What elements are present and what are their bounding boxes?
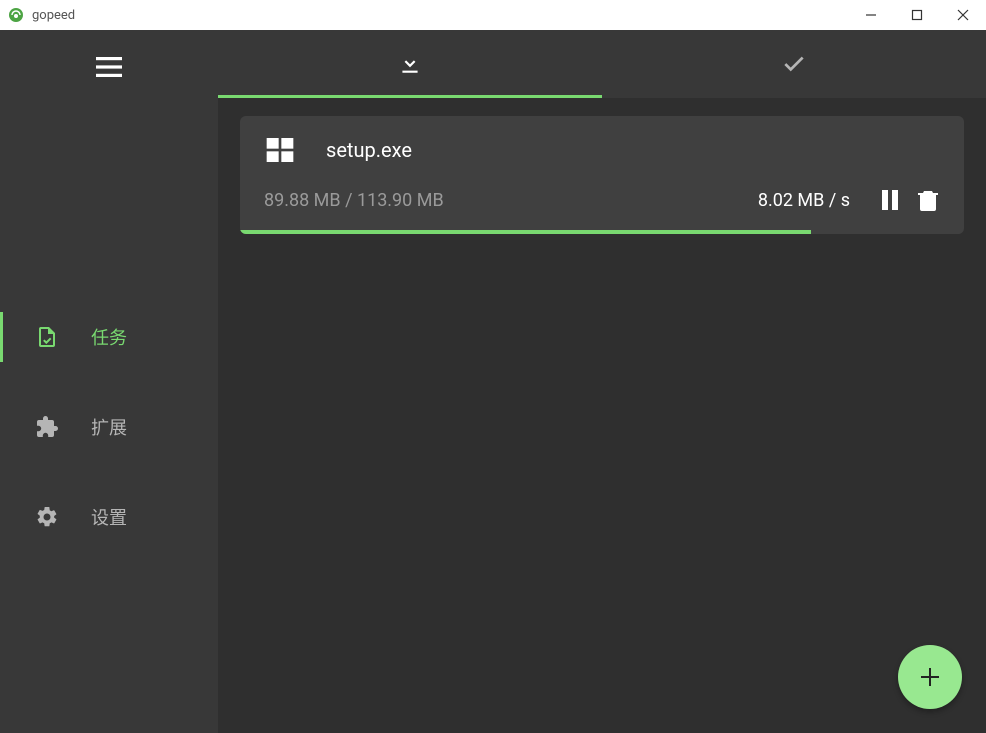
main-area: setup.exe 89.88 MB / 113.90 MB 8.02 MB /… xyxy=(218,30,986,733)
app-body: 任务 扩展 设置 xyxy=(0,30,986,733)
maximize-icon xyxy=(911,9,923,21)
trash-icon xyxy=(918,189,938,211)
pause-icon xyxy=(881,190,899,210)
tabs xyxy=(218,30,986,98)
sidebar-item-settings[interactable]: 设置 xyxy=(0,482,218,552)
window-title: gopeed xyxy=(32,8,848,23)
file-name: setup.exe xyxy=(326,138,412,162)
check-icon xyxy=(781,50,807,76)
window-titlebar: gopeed xyxy=(0,0,986,30)
sidebar-item-label: 设置 xyxy=(91,504,127,530)
download-icon xyxy=(397,50,423,76)
app-logo-icon xyxy=(8,7,24,23)
gear-icon xyxy=(35,505,59,529)
speed-text: 8.02 MB / s xyxy=(758,190,850,211)
window-controls xyxy=(848,0,986,30)
minimize-button[interactable] xyxy=(848,0,894,30)
sidebar-item-tasks[interactable]: 任务 xyxy=(0,302,218,372)
progress-bar xyxy=(240,230,964,234)
progress-fill xyxy=(240,230,811,234)
download-card[interactable]: setup.exe 89.88 MB / 113.90 MB 8.02 MB /… xyxy=(240,116,964,234)
content-area: setup.exe 89.88 MB / 113.90 MB 8.02 MB /… xyxy=(218,98,986,733)
tab-downloading[interactable] xyxy=(218,30,602,98)
progress-text: 89.88 MB / 113.90 MB xyxy=(264,190,758,211)
download-header: setup.exe xyxy=(240,116,964,176)
plus-icon xyxy=(919,666,941,688)
delete-button[interactable] xyxy=(914,186,942,214)
sidebar-item-extensions[interactable]: 扩展 xyxy=(0,392,218,462)
sidebar-item-label: 任务 xyxy=(91,324,127,350)
extension-icon xyxy=(35,415,59,439)
windows-icon xyxy=(264,134,296,166)
pause-button[interactable] xyxy=(876,186,904,214)
close-icon xyxy=(957,9,969,21)
tab-completed[interactable] xyxy=(602,30,986,98)
maximize-button[interactable] xyxy=(894,0,940,30)
sidebar-item-label: 扩展 xyxy=(91,414,127,440)
add-download-button[interactable] xyxy=(898,645,962,709)
sidebar: 任务 扩展 设置 xyxy=(0,30,218,733)
download-footer: 89.88 MB / 113.90 MB 8.02 MB / s xyxy=(240,176,964,230)
close-button[interactable] xyxy=(940,0,986,30)
hamburger-menu-button[interactable] xyxy=(0,42,218,92)
minimize-icon xyxy=(865,9,877,21)
sidebar-spacer xyxy=(0,92,218,302)
hamburger-icon xyxy=(96,57,122,77)
file-check-icon xyxy=(35,325,59,349)
